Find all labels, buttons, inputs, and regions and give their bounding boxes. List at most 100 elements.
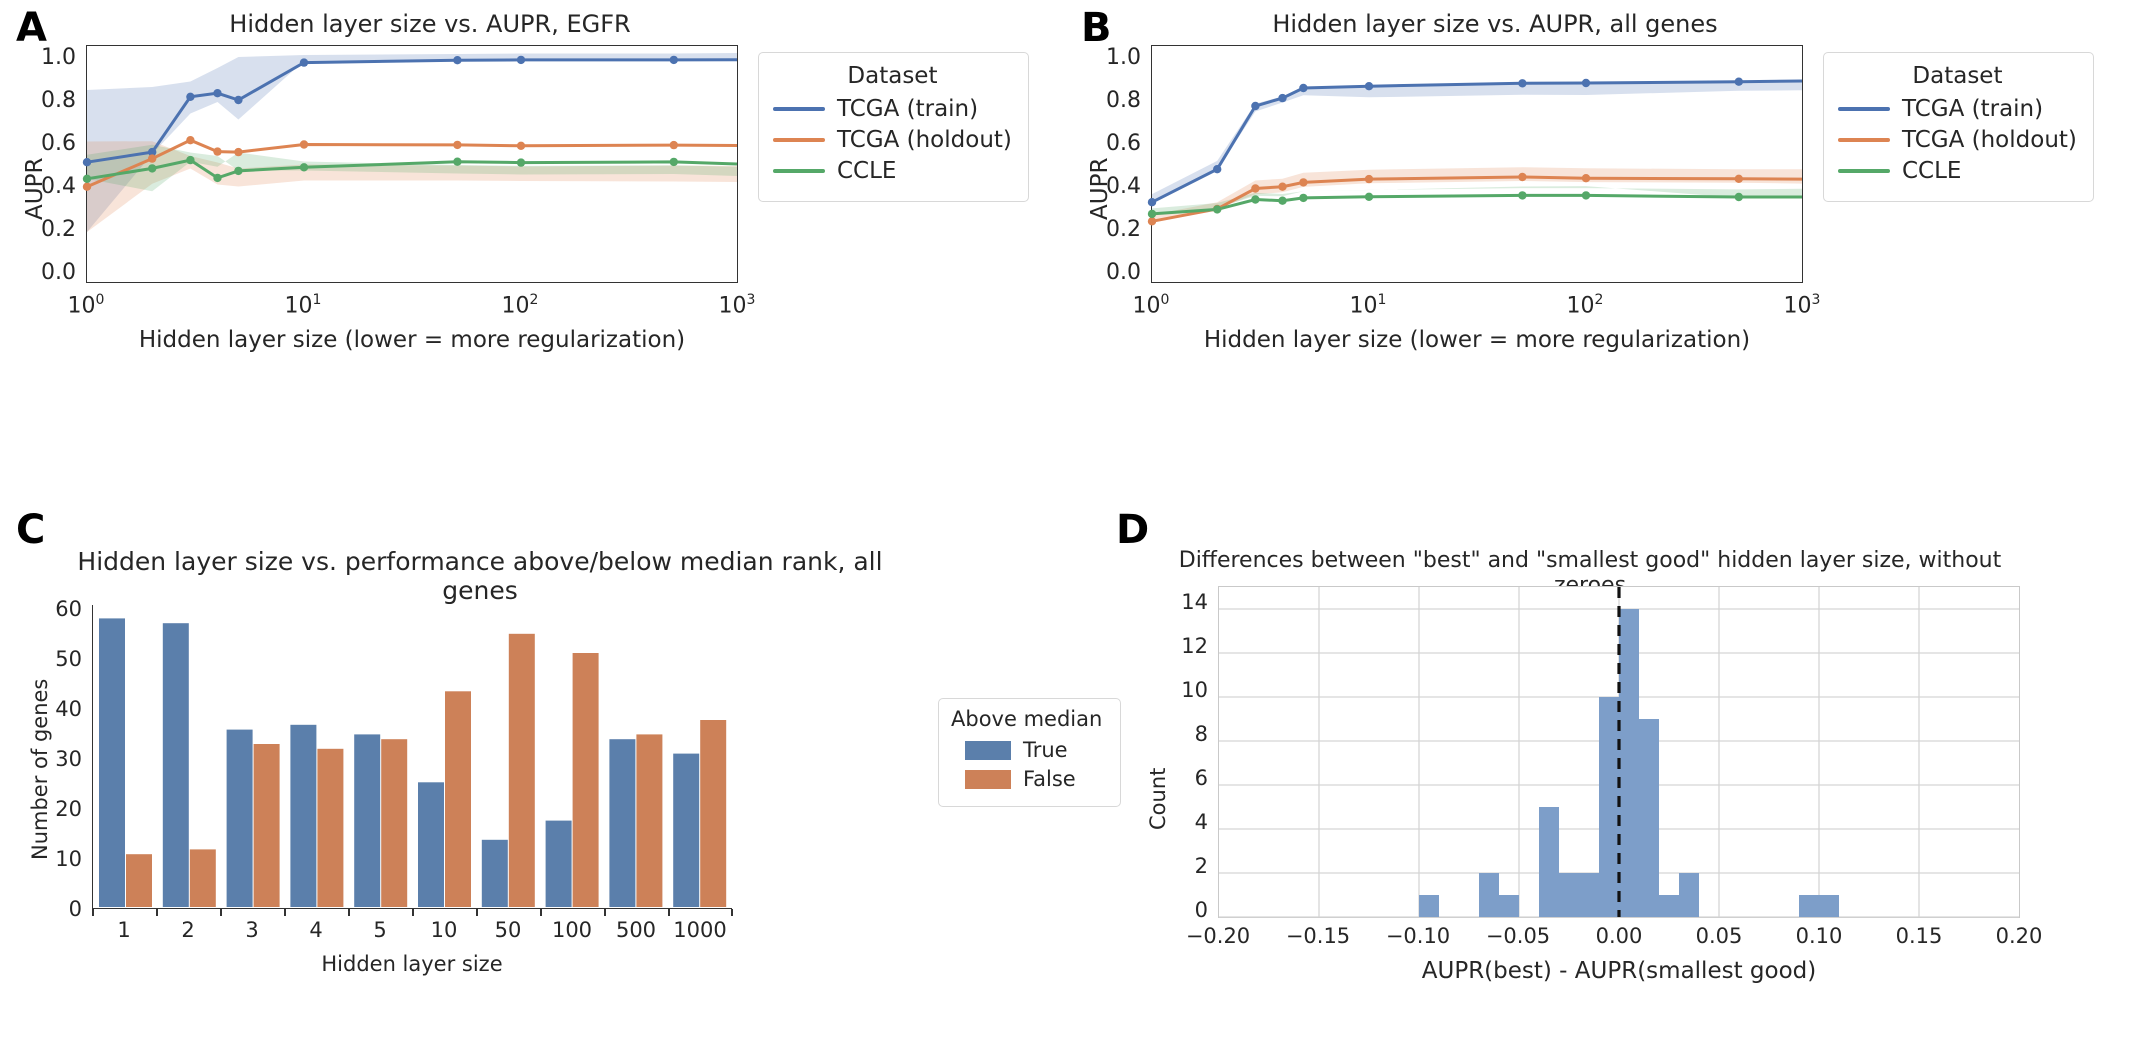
- panel-a-xtick-1: 101: [284, 292, 322, 319]
- panel-c-tick: [604, 909, 606, 916]
- panel-d-xtick-8: 0.20: [1995, 924, 2043, 948]
- box-swatch-icon: [965, 740, 1011, 760]
- panel-b-legend-label-0: TCGA (train): [1902, 96, 2044, 122]
- panel-a-legend-item-1[interactable]: TCGA (holdout): [773, 127, 1012, 153]
- panel-c-tick: [220, 909, 222, 916]
- panel-c: C Hidden layer size vs. performance abov…: [0, 500, 1122, 1042]
- panel-d-ytick-3: 6: [1194, 766, 1208, 790]
- panel-c-xtick-4: 5: [373, 918, 387, 942]
- panel-d-histogram: [1219, 587, 2019, 918]
- line-swatch-icon: [1838, 107, 1890, 111]
- panel-a-lines: [82, 53, 738, 232]
- panel-a-letter: A: [16, 5, 47, 51]
- panel-c-xtick-2: 3: [245, 918, 259, 942]
- panel-c-ytick-3: 30: [55, 747, 82, 771]
- panel-c-ytick-2: 20: [55, 797, 82, 821]
- panel-d-xtick-7: 0.15: [1895, 924, 1943, 948]
- panel-c-xtick-9: 1000: [673, 918, 727, 942]
- panel-d-ytick-7: 14: [1181, 590, 1208, 614]
- panel-c-tick: [348, 909, 350, 916]
- panel-d-xtick-1: −0.15: [1285, 924, 1351, 948]
- panel-a-legend-item-2[interactable]: CCLE: [773, 158, 1012, 184]
- panel-c-ytick-5: 50: [55, 647, 82, 671]
- panel-d-ytick-1: 2: [1194, 854, 1208, 878]
- panel-b-legend-item-1[interactable]: TCGA (holdout): [1838, 127, 2077, 153]
- panel-a-title: Hidden layer size vs. AUPR, EGFR: [229, 10, 631, 38]
- panel-b-ytick-5: 1.0: [1106, 45, 1141, 70]
- panel-b-ytick-3: 0.6: [1106, 131, 1141, 156]
- panel-b-xlabel: Hidden layer size (lower = more regulari…: [1203, 327, 1751, 353]
- panel-d-ytick-6: 12: [1181, 634, 1208, 658]
- panel-c-ytick-0: 0: [68, 897, 82, 921]
- panel-d-xtick-2: −0.10: [1385, 924, 1451, 948]
- panel-b-xtick-0: 100: [1132, 292, 1170, 319]
- panel-c-tick: [92, 909, 94, 916]
- panel-c-legend-label-0: True: [1023, 738, 1068, 762]
- panel-a-xtick-0: 100: [67, 292, 105, 319]
- panel-c-xtick-3: 4: [309, 918, 323, 942]
- panel-d-ytick-5: 10: [1181, 678, 1208, 702]
- panel-a-ytick-0: 0.0: [41, 260, 76, 285]
- panel-b-legend-label-2: CCLE: [1902, 158, 1962, 184]
- panel-d-xtick-6: 0.10: [1795, 924, 1843, 948]
- panel-b-ytick-1: 0.2: [1106, 217, 1141, 242]
- panel-c-xlabel: Hidden layer size: [321, 952, 503, 976]
- panel-c-xtick-5: 10: [430, 918, 458, 942]
- panel-b-plot-area: [1147, 45, 1803, 283]
- panel-b-xtick-3: 103: [1783, 292, 1821, 319]
- panel-a-ytick-5: 1.0: [41, 45, 76, 70]
- panel-c-tick: [668, 909, 670, 916]
- panel-d-ytick-4: 8: [1194, 722, 1208, 746]
- panel-c-tick: [731, 909, 733, 916]
- panel-c-tick: [156, 909, 158, 916]
- panel-a-xtick-3: 103: [718, 292, 756, 319]
- panel-b-ytick-2: 0.4: [1106, 174, 1141, 199]
- figure-canvas: A Hidden layer size vs. AUPR, EGFR AUPR …: [0, 0, 2146, 1042]
- panel-a: A Hidden layer size vs. AUPR, EGFR AUPR …: [0, 0, 1073, 500]
- panel-a-legend-title: Dataset: [847, 63, 938, 89]
- panel-d: D Differences between "best" and "smalle…: [1110, 500, 2146, 1042]
- panel-a-legend-label-1: TCGA (holdout): [837, 127, 1012, 153]
- panel-d-ytick-2: 4: [1194, 810, 1208, 834]
- panel-a-legend-label-0: TCGA (train): [837, 96, 979, 122]
- panel-a-plot-area: [82, 45, 738, 283]
- panel-a-ytick-1: 0.2: [41, 217, 76, 242]
- panel-a-legend: Dataset TCGA (train) TCGA (holdout) CCLE: [758, 52, 1029, 202]
- line-swatch-icon: [1838, 138, 1890, 142]
- line-swatch-icon: [773, 169, 825, 173]
- panel-b-lines: [1147, 77, 1803, 226]
- panel-b-legend-item-0[interactable]: TCGA (train): [1838, 96, 2077, 122]
- line-swatch-icon: [773, 138, 825, 142]
- panel-c-legend-item-1[interactable]: False: [965, 767, 1102, 791]
- panel-a-ytick-2: 0.4: [41, 174, 76, 199]
- panel-c-tick: [540, 909, 542, 916]
- panel-a-xlabel: Hidden layer size (lower = more regulari…: [138, 327, 686, 353]
- panel-d-xtick-3: −0.05: [1485, 924, 1551, 948]
- panel-b-xtick-2: 102: [1566, 292, 1604, 319]
- panel-a-legend-item-0[interactable]: TCGA (train): [773, 96, 1012, 122]
- panel-b: B Hidden layer size vs. AUPR, all genes …: [1065, 0, 2146, 500]
- panel-b-legend-title: Dataset: [1912, 63, 2003, 89]
- panel-d-xlabel: AUPR(best) - AUPR(smallest good): [1421, 958, 1817, 984]
- panel-b-letter: B: [1081, 5, 1112, 51]
- panel-c-title: Hidden layer size vs. performance above/…: [77, 547, 883, 605]
- panel-c-xtick-0: 1: [117, 918, 131, 942]
- panel-c-legend-label-1: False: [1023, 767, 1076, 791]
- panel-b-legend-item-2[interactable]: CCLE: [1838, 158, 2077, 184]
- panel-c-legend-item-0[interactable]: True: [965, 738, 1102, 762]
- panel-c-tick: [476, 909, 478, 916]
- panel-b-title: Hidden layer size vs. AUPR, all genes: [1272, 10, 1718, 38]
- panel-c-xtick-8: 500: [615, 918, 657, 942]
- panel-a-xtick-2: 102: [501, 292, 539, 319]
- panel-a-ytick-3: 0.6: [41, 131, 76, 156]
- panel-c-xtick-6: 50: [494, 918, 522, 942]
- panel-b-legend-label-1: TCGA (holdout): [1902, 127, 2077, 153]
- panel-c-tick: [284, 909, 286, 916]
- panel-c-plot-area: [92, 605, 732, 909]
- panel-c-bars: [99, 618, 727, 907]
- panel-c-ytick-4: 40: [55, 697, 82, 721]
- panel-c-letter: C: [16, 507, 46, 553]
- panel-b-ytick-4: 0.8: [1106, 88, 1141, 113]
- panel-c-ytick-6: 60: [55, 597, 82, 621]
- panel-b-xtick-1: 101: [1349, 292, 1387, 319]
